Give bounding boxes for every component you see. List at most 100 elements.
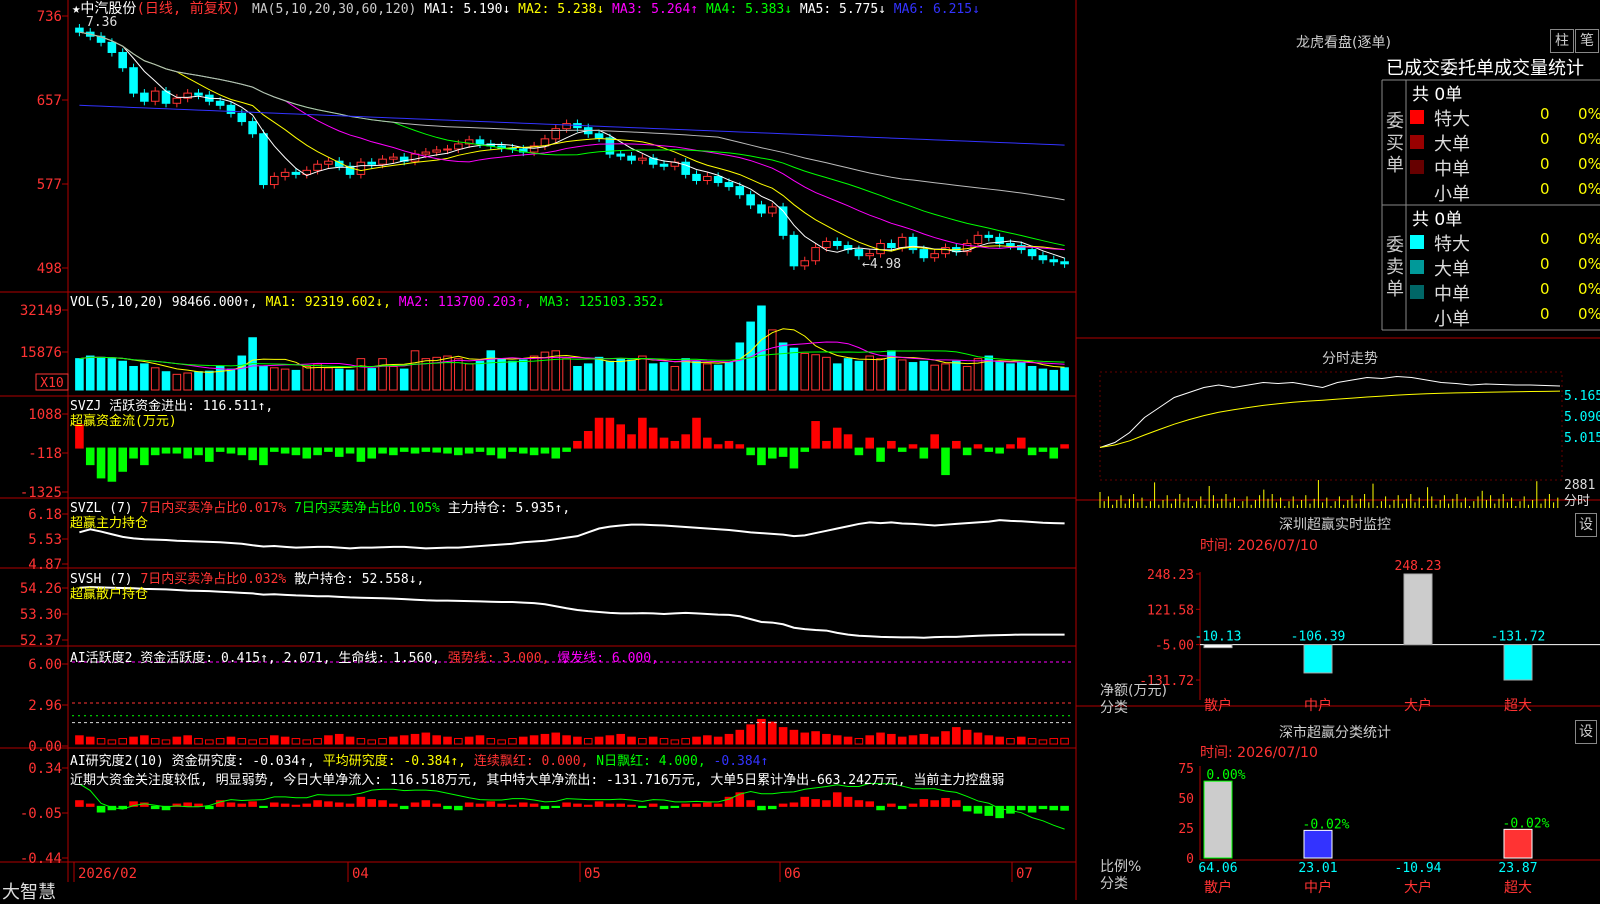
bar — [464, 736, 474, 745]
bar — [486, 447, 496, 456]
bar — [118, 738, 128, 745]
bar — [226, 368, 236, 391]
y-tick-label: 498 — [37, 261, 62, 277]
date-label: 07 — [1016, 866, 1033, 882]
stat-xlabel: 分类 — [1100, 876, 1128, 892]
candle — [410, 153, 420, 162]
y-tick-label: 6.18 — [28, 507, 62, 523]
bar — [248, 801, 257, 807]
bar — [767, 721, 777, 745]
bar — [129, 736, 138, 745]
bar — [897, 447, 907, 452]
bar — [865, 801, 875, 807]
stock-period[interactable]: (日线, 前复权) — [136, 0, 240, 17]
candle — [172, 97, 182, 104]
stat-axis-label: 25 — [1178, 822, 1194, 837]
candle — [1049, 259, 1059, 263]
bar — [670, 739, 680, 745]
bar — [464, 802, 474, 807]
bar — [605, 735, 615, 745]
bar — [594, 736, 604, 745]
svzl-legend: SVZL (7) 7日内买卖净占比0.017% 7日内买卖净占比0.105% 主… — [70, 500, 570, 516]
bar — [573, 736, 582, 745]
bar — [865, 355, 875, 391]
bar — [757, 805, 766, 811]
candle — [313, 163, 322, 171]
lhb-title: 龙虎看盘(逐单) — [1296, 35, 1391, 51]
bar — [334, 447, 344, 457]
bar — [443, 805, 452, 810]
ma-legend-seg: MA2: 5.238↓ — [510, 2, 604, 17]
stat-value: 23.87 — [1498, 861, 1537, 876]
candle — [1027, 249, 1037, 257]
bar — [822, 356, 831, 391]
date-label: 05 — [584, 866, 601, 882]
bar — [486, 350, 496, 391]
stat-axis-label: 75 — [1178, 762, 1194, 777]
bar — [1016, 736, 1026, 745]
bar — [648, 427, 658, 449]
bar — [757, 305, 766, 391]
candle — [1060, 261, 1069, 265]
monitor-date: 时间: 2026/07/10 — [1200, 538, 1318, 554]
bar — [648, 803, 658, 807]
bar — [735, 444, 745, 449]
bar — [508, 360, 517, 391]
bar — [962, 365, 972, 391]
bar — [659, 738, 669, 745]
brand-logo[interactable]: 大智慧 — [2, 878, 56, 904]
bar — [919, 447, 929, 459]
bar — [150, 367, 160, 391]
bar — [767, 447, 777, 459]
ai-research-bars — [75, 782, 1069, 830]
bar — [161, 447, 171, 454]
bar — [150, 738, 160, 745]
ai2-legend-seg: -0.384↑ — [714, 754, 769, 769]
tick-view-button[interactable]: 笔 — [1575, 29, 1599, 53]
candle — [865, 253, 875, 257]
ma-legend-seg: MA(5,10,20,30,60,120) — [252, 2, 416, 17]
column-view-button[interactable]: 柱 — [1550, 29, 1574, 53]
ma-line-60 — [79, 31, 1065, 201]
svzl-legend-seg: 7日内买卖净占比0.017% — [140, 500, 294, 516]
bar — [226, 447, 236, 454]
ma-legend-seg: MA1: 5.190↓ — [416, 2, 510, 17]
stock-name[interactable]: ★中汽股份 — [72, 1, 136, 17]
monitor-settings-button[interactable]: 设 — [1575, 513, 1597, 537]
order-value: 0 — [1540, 230, 1550, 248]
ai1-legend-seg: 2.071, 生命线: 1.560, — [284, 650, 448, 666]
candle — [897, 236, 907, 249]
bar — [887, 803, 896, 807]
order-stat-tab[interactable]: 已成交委托单成交量统计 — [1386, 54, 1584, 80]
bar — [96, 447, 106, 479]
bar — [529, 803, 539, 807]
bar — [865, 437, 875, 449]
candle — [735, 186, 745, 196]
candle — [659, 163, 669, 167]
bar — [995, 447, 1004, 454]
bar — [1038, 368, 1048, 391]
ma-legend-seg: MA4: 5.383↓ — [698, 2, 792, 17]
order-name: 特大 — [1434, 234, 1470, 255]
stat-bar — [1503, 828, 1533, 859]
bar — [811, 421, 820, 449]
bar — [367, 739, 377, 745]
bar — [583, 430, 593, 449]
bar — [703, 802, 712, 807]
bar — [518, 447, 528, 454]
svzl-legend-seg: SVZL (7) — [70, 501, 140, 516]
monitor-value: -10.13 — [1195, 630, 1242, 645]
stat-settings-button[interactable]: 设 — [1575, 720, 1597, 744]
bar — [367, 799, 377, 807]
ma-line-5 — [79, 31, 1065, 259]
order-pct: 0% — [1578, 305, 1600, 323]
bar — [562, 735, 571, 745]
bar — [583, 804, 593, 807]
candle — [140, 92, 149, 102]
bar — [508, 804, 517, 807]
bar — [302, 739, 312, 745]
bar — [237, 803, 247, 807]
y-tick-label: 657 — [37, 93, 62, 109]
candle — [259, 133, 268, 186]
bar — [1060, 367, 1069, 391]
